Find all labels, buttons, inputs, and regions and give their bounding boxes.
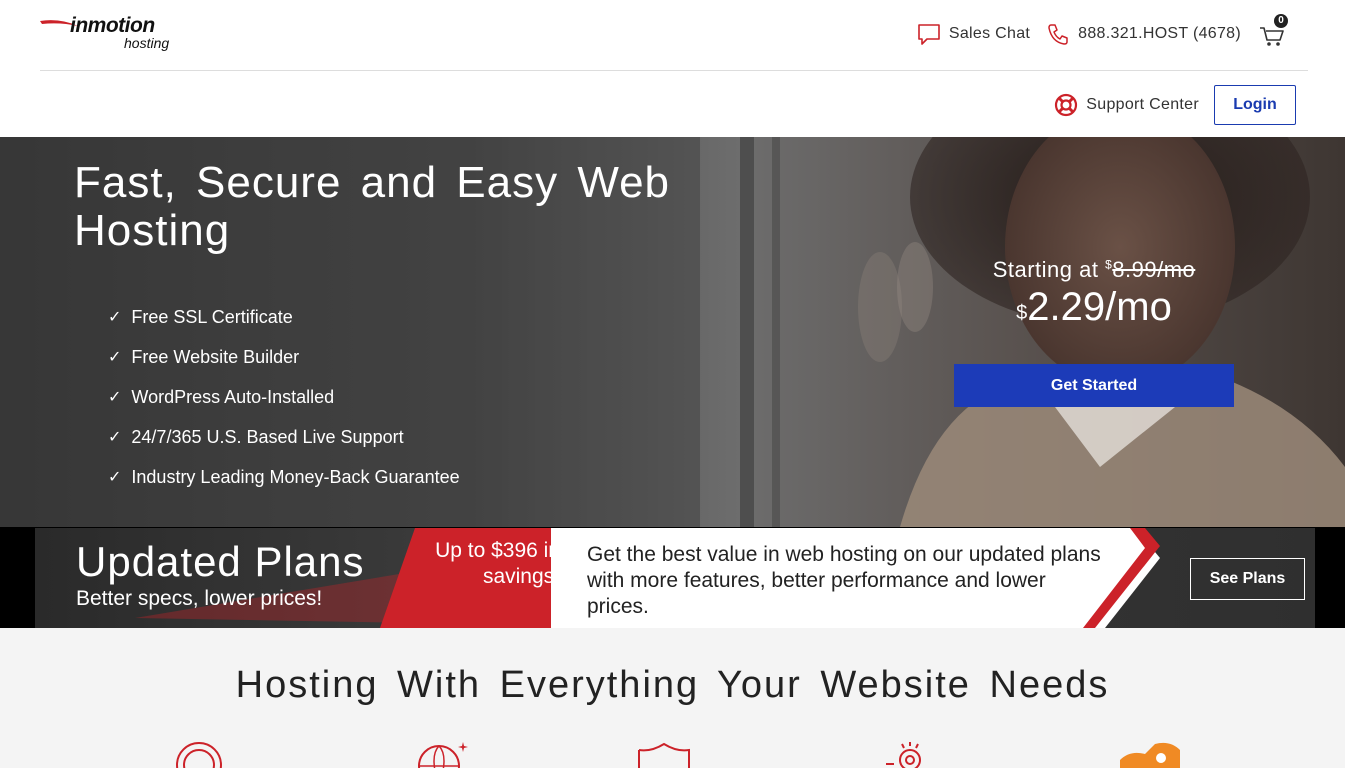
price-prefix: Starting at bbox=[992, 257, 1099, 282]
feature-item: ✓ Industry Leading Money-Back Guarantee bbox=[108, 457, 460, 497]
logo-sub-text: hosting bbox=[124, 35, 170, 51]
promo-banner[interactable]: Updated Plans Better specs, lower prices… bbox=[0, 527, 1345, 628]
sales-chat-label: Sales Chat bbox=[948, 25, 1031, 42]
cart-button[interactable]: 0 bbox=[1259, 14, 1288, 48]
feature-label: WordPress Auto-Installed bbox=[131, 386, 335, 407]
chat-bubble-icon bbox=[918, 24, 940, 45]
feature-label: 24/7/365 U.S. Based Live Support bbox=[131, 426, 404, 447]
top-bar: inmotion hosting Sales Chat 888.321.HOST… bbox=[0, 0, 1345, 71]
support-center-link[interactable]: Support Center bbox=[1054, 93, 1199, 117]
feature-item: ✓ Free SSL Certificate bbox=[108, 297, 460, 337]
feature-item: ✓ WordPress Auto-Installed bbox=[108, 377, 460, 417]
new-price: 2.29/mo bbox=[1027, 285, 1172, 329]
phone-icon bbox=[1048, 24, 1068, 45]
promo-savings: Up to $396 in savings! bbox=[435, 539, 560, 588]
price-starting: Starting at $8.99/mo bbox=[954, 257, 1234, 283]
old-price: 8.99/mo bbox=[1112, 257, 1196, 282]
location-pin-icon bbox=[886, 742, 921, 768]
hero-banner: Fast, Secure and Easy Web Hosting ✓ Free … bbox=[0, 137, 1345, 527]
promo-banner-inner: Updated Plans Better specs, lower prices… bbox=[35, 528, 1315, 628]
shield-icon bbox=[638, 742, 690, 768]
inmotion-logo[interactable]: inmotion hosting bbox=[40, 14, 190, 56]
feature-label: Free Website Builder bbox=[131, 346, 300, 367]
lifebuoy-icon bbox=[1055, 93, 1078, 117]
promo-description: Get the best value in web hosting on our… bbox=[587, 543, 1101, 618]
sales-chat-link[interactable]: Sales Chat bbox=[917, 22, 1030, 46]
check-icon: ✓ bbox=[108, 429, 122, 446]
support-center-label: Support Center bbox=[1086, 96, 1199, 113]
login-button[interactable]: Login bbox=[1214, 85, 1296, 125]
check-icon: ✓ bbox=[108, 309, 122, 326]
feature-icon-row bbox=[0, 740, 1345, 768]
feature-item: ✓ Free Website Builder bbox=[108, 337, 460, 377]
new-price-line: $2.29/mo bbox=[954, 285, 1234, 329]
speed-gauge-icon bbox=[176, 742, 222, 768]
promo-title: Updated Plans bbox=[76, 538, 365, 585]
check-icon: ✓ bbox=[108, 349, 122, 366]
new-price-currency: $ bbox=[1016, 302, 1028, 324]
hero-feature-list: ✓ Free SSL Certificate ✓ Free Website Buil… bbox=[108, 297, 460, 497]
phone-number: 888.321.HOST (4678) bbox=[1078, 25, 1241, 42]
phone-link[interactable]: 888.321.HOST (4678) bbox=[1046, 22, 1241, 46]
globe-icon bbox=[418, 742, 468, 768]
see-plans-button[interactable]: See Plans bbox=[1190, 558, 1305, 600]
features-section: Hosting With Everything Your Website Nee… bbox=[0, 628, 1345, 768]
check-icon: ✓ bbox=[108, 469, 122, 486]
get-started-button[interactable]: Get Started bbox=[954, 364, 1234, 407]
cart-count-badge: 0 bbox=[1274, 14, 1288, 28]
feature-label: Industry Leading Money-Back Guarantee bbox=[131, 466, 460, 487]
hero-title: Fast, Secure and Easy Web Hosting bbox=[74, 158, 671, 255]
features-section-heading: Hosting With Everything Your Website Nee… bbox=[235, 664, 1110, 706]
orange-badge-icon bbox=[1120, 742, 1180, 768]
check-icon: ✓ bbox=[108, 389, 122, 406]
feature-label: Free SSL Certificate bbox=[131, 306, 293, 327]
secondary-nav: Support Center Login bbox=[0, 71, 1345, 137]
top-links: Sales Chat 888.321.HOST (4678) 0 bbox=[901, 14, 1288, 50]
feature-item: ✓ 24/7/365 U.S. Based Live Support bbox=[108, 417, 460, 457]
promo-subtitle: Better specs, lower prices! bbox=[76, 587, 323, 610]
price-box: Starting at $8.99/mo $2.29/mo bbox=[954, 257, 1234, 329]
